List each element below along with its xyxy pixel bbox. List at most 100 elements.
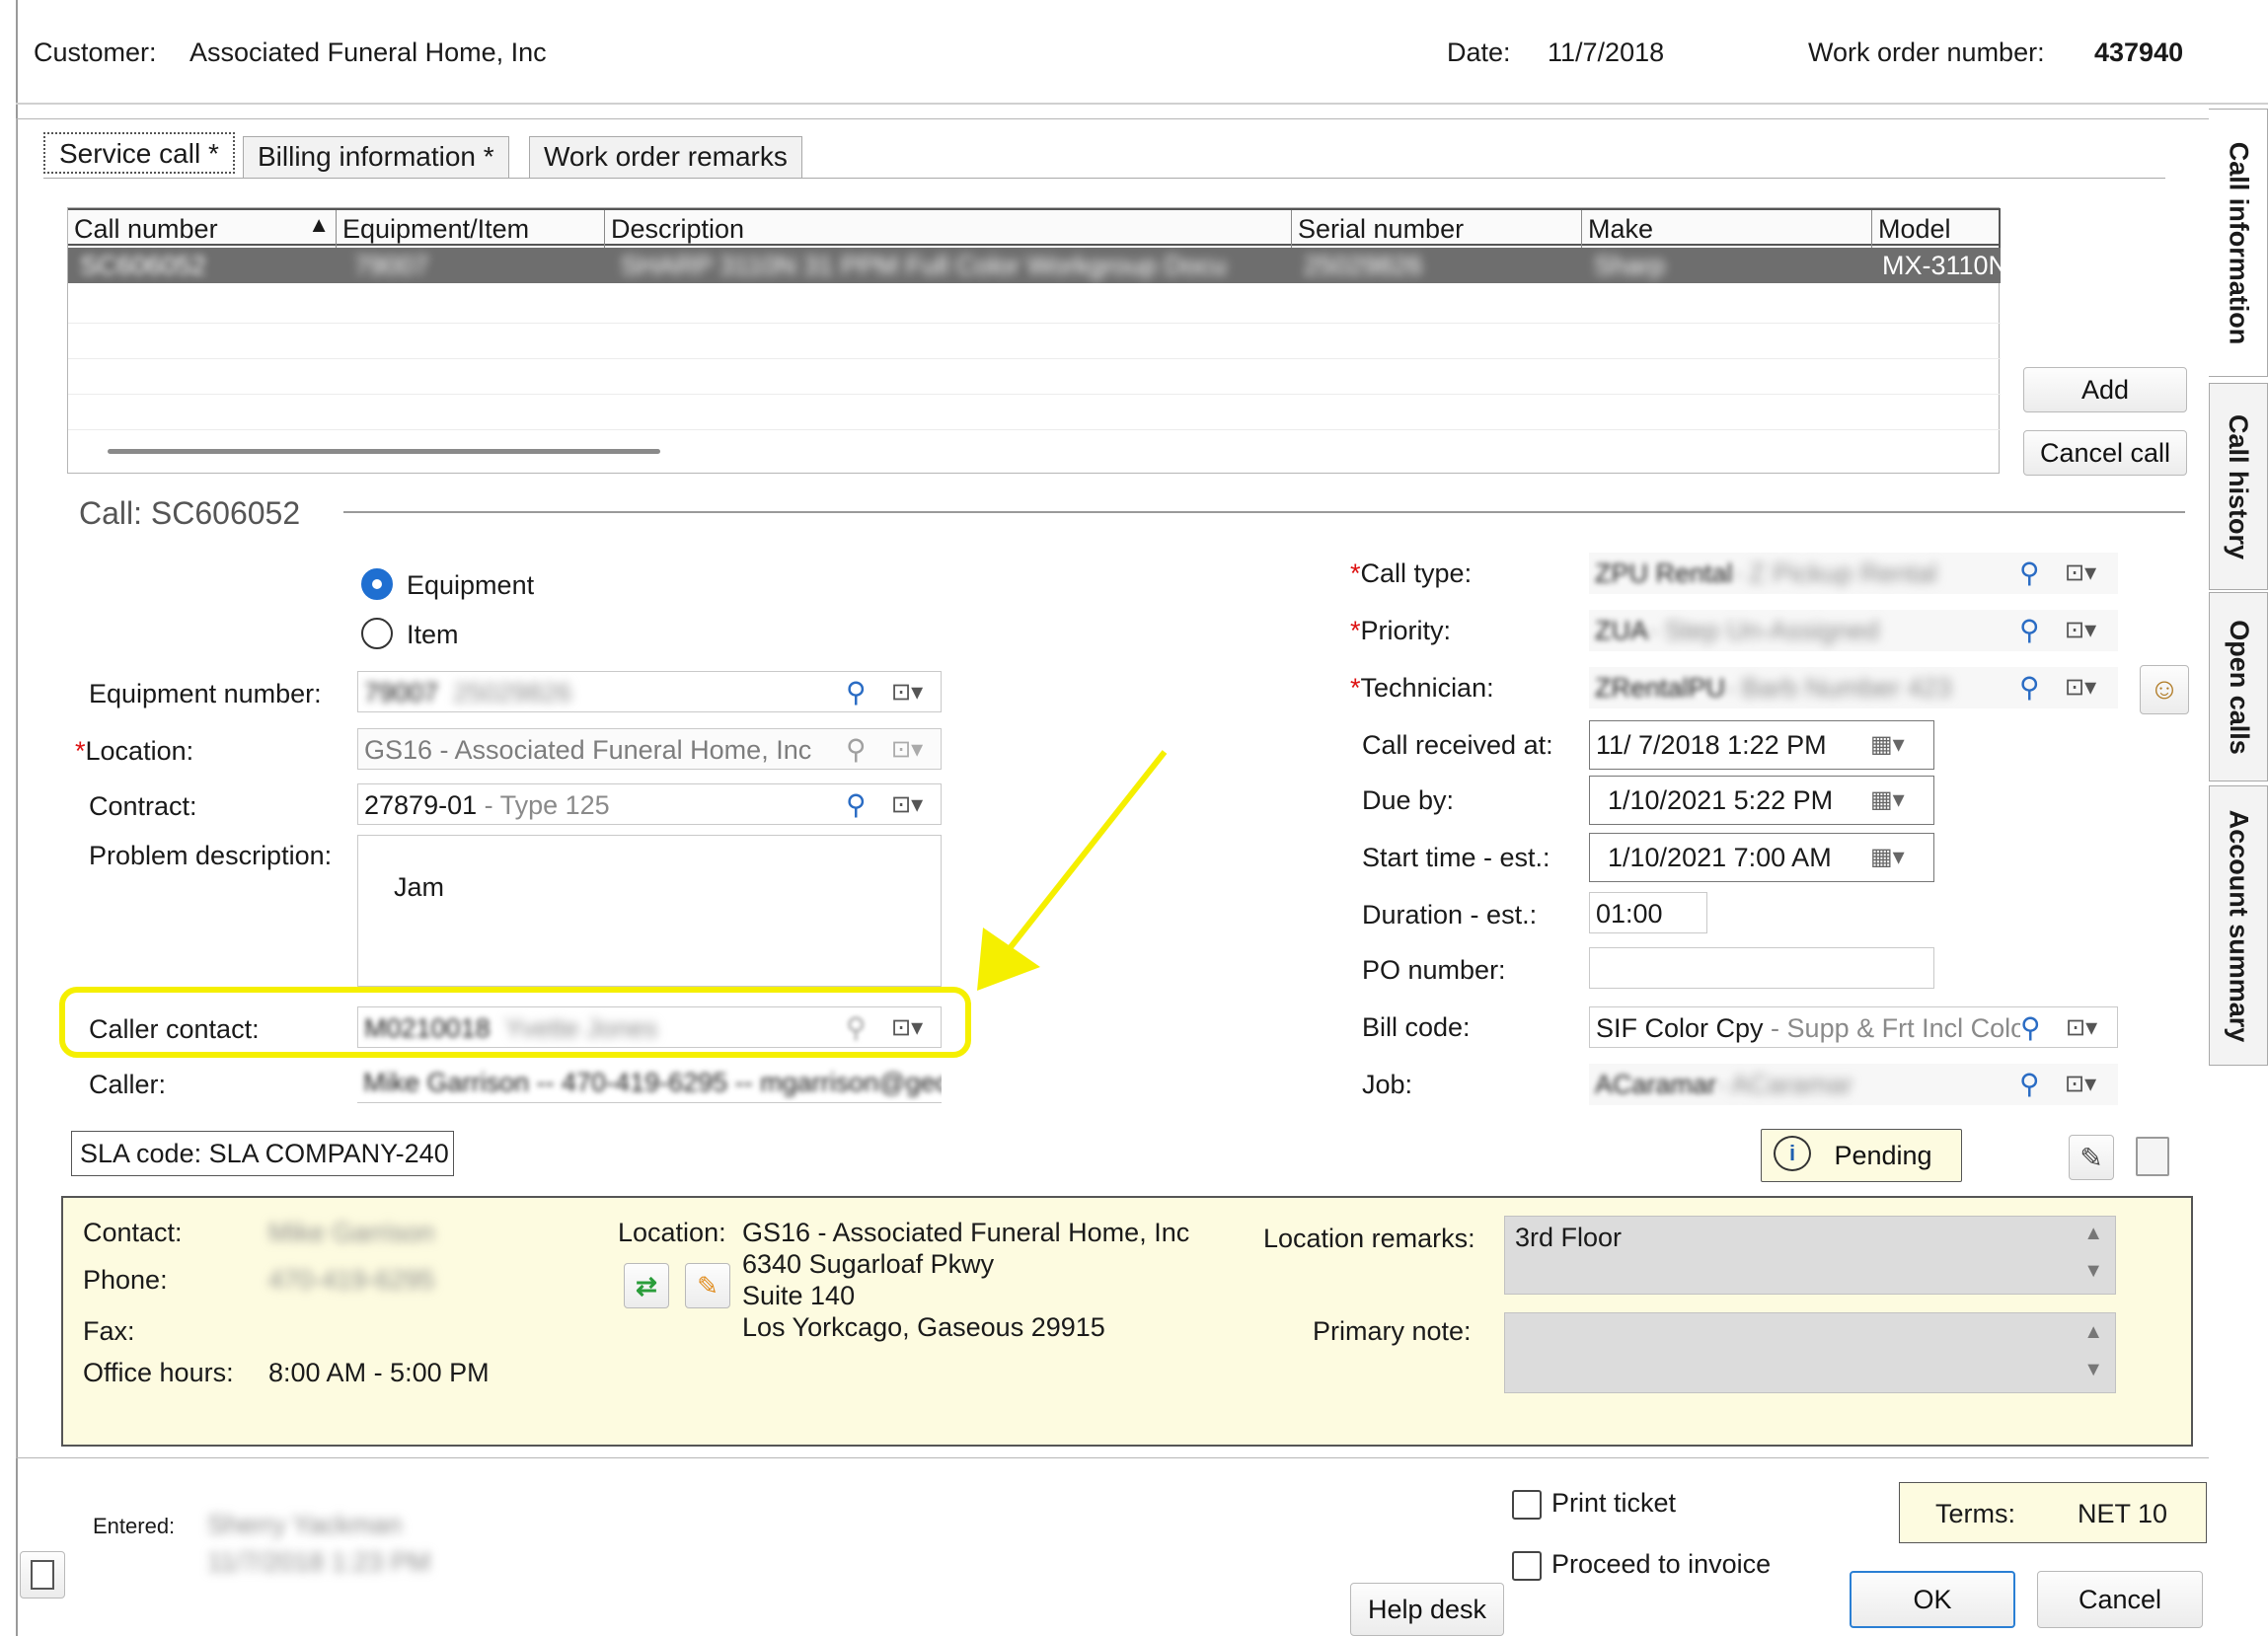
required-marker: * [1350,558,1361,588]
attachment-button[interactable]: ✎ [2069,1135,2114,1180]
pick-list-icon[interactable]: ⊡▾ [891,678,923,706]
document-icon [31,1560,54,1590]
proceed-to-invoice-label: Proceed to invoice [1551,1549,1772,1579]
customer-label: Customer: [34,37,157,67]
pick-list-icon[interactable]: ⊡▾ [891,790,923,819]
notes-button[interactable] [20,1551,65,1599]
swap-location-button[interactable]: ⇄ [624,1263,669,1308]
tab-billing-information[interactable]: Billing information * [243,136,509,178]
pending-button[interactable]: i Pending [1761,1129,1962,1182]
location-remarks-label: Location remarks: [1263,1224,1475,1253]
search-icon[interactable]: ⚲ [2019,557,2040,589]
priority-field[interactable]: ZUA - Step Un-Assigned ⚲ ⊡▾ [1589,610,2118,651]
call-grid[interactable]: Call number ▲ Equipment/Item Description … [67,207,2001,474]
pencil-icon: ✎ [697,1270,718,1301]
table-row[interactable]: SC606052 79007 SHARP 3110N 31 PPM Full C… [68,248,2001,283]
date-value: 11/7/2018 [1548,37,1665,67]
address-line-2: 6340 Sugarloaf Pkwy [742,1249,995,1279]
contract-field[interactable]: 27879-01 - Type 125 ⚲ ⊡▾ [357,783,942,825]
search-icon[interactable]: ⚲ [846,1011,867,1044]
horizontal-scrollbar[interactable] [108,449,660,454]
search-icon[interactable]: ⚲ [2020,1011,2041,1044]
required-marker: * [1350,673,1361,703]
side-tab-call-history[interactable]: Call history [2209,383,2268,590]
calendar-dropdown-icon[interactable]: ▦▾ [1870,843,1905,871]
scroll-up-icon[interactable]: ▲ [2083,1223,2103,1245]
column-call-number[interactable]: Call number ▲ [68,210,337,248]
caller-field[interactable]: Mike Garrison -- 470-419-6295 -- mgarris… [357,1062,942,1103]
duration-field[interactable]: 01:00 [1589,892,1707,933]
pick-list-icon[interactable]: ⊡▾ [891,1013,923,1042]
cell-serial: 25029826 [1304,251,1423,280]
contact-value: Mike Garrison [268,1218,435,1247]
primary-note-textarea[interactable]: ▲ ▼ [1504,1312,2116,1393]
phone-value: 470-419-6295 [268,1265,435,1295]
cancel-button[interactable]: Cancel [2037,1571,2203,1628]
location-field: GS16 - Associated Funeral Home, Inc ⚲ ⊡▾ [357,728,942,770]
equipment-number-field[interactable]: 79007 25029826 ⚲ ⊡▾ [357,671,942,712]
document-icon[interactable] [2136,1137,2169,1176]
column-make[interactable]: Make [1582,210,1872,248]
caller-contact-field[interactable]: M0210018 Yvette Jones ⚲ ⊡▾ [357,1006,942,1048]
search-icon[interactable]: ⚲ [846,676,867,708]
column-description[interactable]: Description [605,210,1292,248]
cell-model: MX-3110N [1882,251,2001,280]
print-ticket-checkbox[interactable] [1512,1490,1542,1520]
column-model[interactable]: Model [1872,210,2001,248]
pick-list-icon[interactable]: ⊡▾ [2065,616,2096,644]
cell-equipment: 79007 [354,251,429,280]
search-icon[interactable]: ⚲ [2019,614,2040,646]
job-label: Job: [1362,1070,1413,1099]
pick-list-icon[interactable]: ⊡▾ [2065,1070,2096,1098]
problem-description-textarea[interactable]: Jam [357,835,942,987]
work-order-number: 437940 [2094,37,2184,67]
side-tab-call-information[interactable]: Call information [2209,109,2268,377]
ok-button[interactable]: OK [1850,1571,2015,1628]
pick-list-icon[interactable]: ⊡▾ [2065,558,2096,587]
call-type-field[interactable]: ZPU Rental - Z Pickup Rental ⚲ ⊡▾ [1589,553,2118,594]
location-remarks-textarea[interactable]: 3rd Floor ▲ ▼ [1504,1216,2116,1295]
help-desk-button[interactable]: Help desk [1350,1583,1504,1636]
address-line-3: Suite 140 [742,1281,856,1310]
column-serial-number[interactable]: Serial number [1292,210,1582,248]
add-button[interactable]: Add [2023,367,2187,412]
side-tab-open-calls[interactable]: Open calls [2209,592,2268,781]
pick-list-icon[interactable]: ⊡▾ [2066,1013,2098,1042]
scroll-down-icon[interactable]: ▼ [2083,1260,2103,1283]
search-icon[interactable]: ⚲ [846,788,867,821]
search-icon[interactable]: ⚲ [2019,1068,2040,1100]
column-equipment-item[interactable]: Equipment/Item [337,210,605,248]
search-icon[interactable]: ⚲ [2019,671,2040,704]
contract-label: Contract: [89,791,197,821]
paperclip-icon: ✎ [2079,1142,2103,1173]
duration-label: Duration - est.: [1362,900,1538,930]
location-label: *Location: [75,736,194,766]
tab-work-order-remarks[interactable]: Work order remarks [529,136,802,178]
due-by-field[interactable]: 1/10/2021 5:22 PM ▦▾ [1589,776,1934,825]
scroll-down-icon[interactable]: ▼ [2083,1359,2103,1381]
bill-code-field[interactable]: SIF Color Cpy - Supp & Frt Incl Color ⚲ … [1589,1006,2118,1048]
problem-description-label: Problem description: [89,841,333,870]
edit-location-button[interactable]: ✎ [685,1263,730,1308]
item-radio[interactable] [361,618,393,649]
po-number-field[interactable] [1589,947,1934,989]
proceed-to-invoice-checkbox[interactable] [1512,1551,1542,1581]
print-ticket-label: Print ticket [1551,1488,1677,1518]
technician-field[interactable]: ZRentalPU - Barb Number 423 ⚲ ⊡▾ [1589,667,2118,708]
equipment-radio[interactable] [361,568,393,600]
start-time-field[interactable]: 1/10/2021 7:00 AM ▦▾ [1589,833,1934,882]
address-line-1: GS16 - Associated Funeral Home, Inc [742,1218,1190,1247]
call-received-field[interactable]: 11/ 7/2018 1:22 PM ▦▾ [1589,720,1934,770]
job-field[interactable]: ACaramar - ACaramar ⚲ ⊡▾ [1589,1064,2118,1105]
cancel-call-button[interactable]: Cancel call [2023,430,2187,476]
pick-list-icon[interactable]: ⊡▾ [2065,673,2096,702]
scroll-up-icon[interactable]: ▲ [2083,1321,2103,1344]
calendar-dropdown-icon[interactable]: ▦▾ [1870,730,1905,759]
side-tab-account-summary[interactable]: Account summary [2209,785,2268,1066]
tab-service-call[interactable]: Service call * [43,132,235,174]
assign-technician-button[interactable]: ☺ [2140,665,2189,714]
cell-description: SHARP 3110N 31 PPM Full Color Workgroup … [621,251,1227,280]
customer-value: Associated Funeral Home, Inc [189,37,547,67]
calendar-dropdown-icon[interactable]: ▦▾ [1870,785,1905,814]
user-add-icon: ☺ [2149,673,2180,706]
